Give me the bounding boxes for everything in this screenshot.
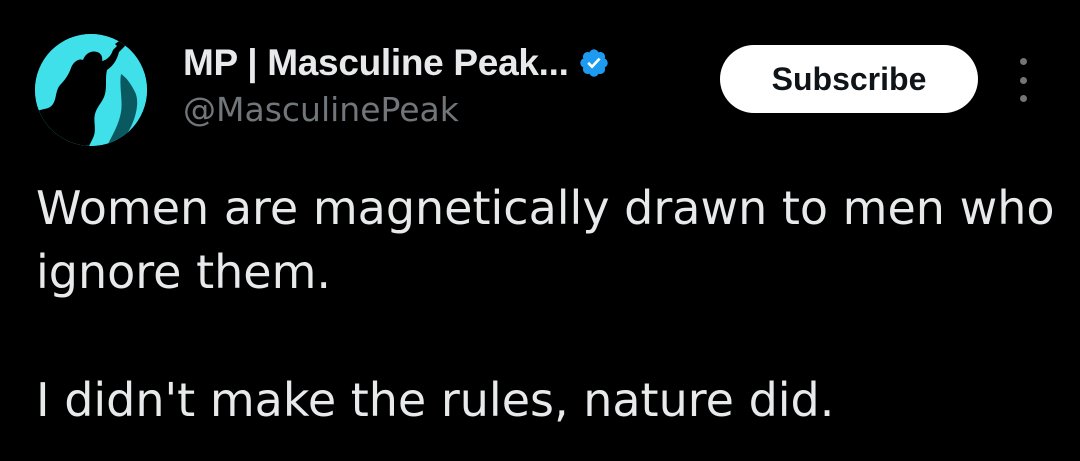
subscribe-button[interactable]: Subscribe	[720, 45, 978, 113]
more-dot	[1019, 95, 1027, 102]
more-dot	[1019, 76, 1027, 84]
tweet: MP | Masculine Peak... @MasculinePeak Su…	[0, 0, 1080, 461]
more-vertical-icon[interactable]	[1008, 58, 1038, 102]
tweet-text-paragraph: Women are magnetically drawn to men who …	[36, 181, 1055, 299]
author-display-name[interactable]: MP | Masculine Peak...	[183, 42, 569, 84]
tweet-text: Women are magnetically drawn to men who …	[36, 176, 1056, 432]
avatar[interactable]	[35, 34, 147, 146]
verified-badge-icon	[578, 47, 610, 79]
author-name-row: MP | Masculine Peak...	[183, 40, 610, 86]
author-handle[interactable]: @MasculinePeak	[183, 90, 610, 129]
climber-silhouette-icon	[35, 34, 147, 146]
tweet-header: MP | Masculine Peak... @MasculinePeak	[183, 40, 610, 129]
tweet-text-paragraph: I didn't make the rules, nature did.	[36, 373, 835, 427]
more-dot	[1019, 58, 1027, 65]
